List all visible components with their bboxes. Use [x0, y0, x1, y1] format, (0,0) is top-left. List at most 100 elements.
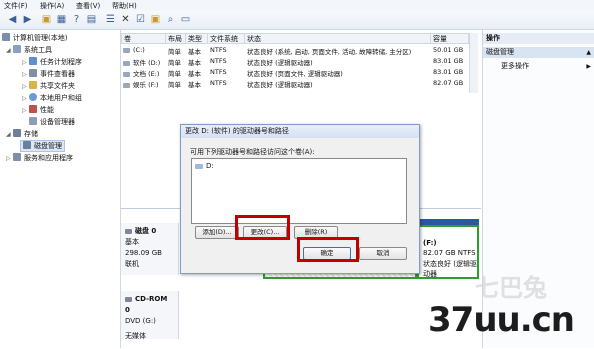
tree-event-viewer[interactable]: ▷ 事件查看器	[22, 69, 75, 79]
ok-button-highlight	[297, 237, 359, 262]
collapse-up-icon[interactable]: ▲	[586, 47, 591, 58]
disk-icon	[125, 229, 132, 234]
performance-icon	[29, 105, 37, 113]
shared-folder-icon	[29, 81, 37, 89]
menu-action[interactable]: 操作(A)	[40, 1, 64, 11]
delete-icon[interactable]: ✕	[119, 13, 132, 26]
disk-0-label[interactable]: 磁盘 0 基本 298.09 GB 联机	[121, 223, 179, 275]
capacity-cell: 83.01 GB	[433, 68, 464, 76]
column-header-layout[interactable]: 布局	[166, 33, 186, 44]
toolbar: ◀ ▶ ▣ ▦ ? ▤ ☰ ✕ ☑ ▣ ⌕ ▭	[0, 11, 594, 30]
cd-drive-icon	[125, 297, 132, 302]
status-cell: 状态良好 (页面文件, 逻辑驱动器)	[247, 70, 343, 78]
tree-performance[interactable]: ▷ 性能	[22, 105, 54, 115]
column-header-type[interactable]: 类型	[186, 33, 208, 44]
capacity-cell: 82.07 GB	[433, 79, 464, 87]
computer-icon	[2, 33, 10, 41]
tree-task-scheduler[interactable]: ▷ 任务计划程序	[22, 57, 82, 67]
expand-arrow-icon[interactable]: ▷	[22, 95, 29, 102]
properties-icon[interactable]: ▤	[85, 13, 98, 26]
arrow-right-icon: ▶	[586, 63, 591, 70]
type-cell: 基本	[188, 59, 201, 67]
menu-file[interactable]: 文件(F)	[4, 1, 28, 11]
expand-arrow-icon[interactable]: ▷	[22, 59, 29, 66]
volume-cell: (C:)	[123, 46, 145, 54]
layout-cell: 简单	[168, 59, 181, 67]
help-icon[interactable]: ?	[70, 13, 83, 26]
drive-icon	[195, 164, 203, 169]
drive-icon	[123, 48, 130, 53]
fs-cell: NTFS	[210, 79, 227, 87]
collapse-arrow-icon[interactable]: ◢	[6, 47, 13, 54]
expand-arrow-icon[interactable]: ▷	[22, 107, 29, 114]
partition-f[interactable]: (F:) 82.07 GB NTFS 状态良好 (逻辑驱动器	[417, 225, 479, 279]
tree-shared-folders[interactable]: ▷ 共享文件夹	[22, 81, 75, 91]
up-folder-icon[interactable]: ▣	[40, 13, 53, 26]
open-folder-icon[interactable]: ▣	[149, 13, 162, 26]
event-viewer-icon	[29, 69, 37, 77]
drive-path-list[interactable]: D:	[191, 158, 407, 224]
check-icon[interactable]: ☑	[134, 13, 147, 26]
services-icon	[13, 153, 21, 161]
expand-arrow-icon[interactable]: ▷	[22, 71, 29, 78]
tree-system-tools[interactable]: ◢ 系统工具	[6, 45, 52, 55]
drive-icon	[123, 61, 130, 66]
drive-icon	[123, 83, 130, 88]
watermark-site: 37uu.cn	[428, 300, 575, 340]
menu-help[interactable]: 帮助(H)	[112, 1, 137, 11]
list-icon[interactable]: ☰	[104, 13, 117, 26]
status-cell: 状态良好 (系统, 启动, 页面文件, 活动, 故障转储, 主分区)	[247, 48, 412, 56]
forward-icon[interactable]: ▶	[21, 13, 34, 26]
dialog-title: 更改 D: (软件) 的驱动器号和路径	[181, 125, 419, 138]
menu-view[interactable]: 查看(V)	[76, 1, 100, 11]
watermark-logo: 七巴兔	[475, 274, 547, 302]
navigation-tree: 计算机管理(本地) ◢ 系统工具 ▷ 任务计划程序 ▷ 事件查看器 ▷ 共享文件夹 ▷ 本…	[0, 30, 121, 348]
fs-cell: NTFS	[210, 46, 227, 54]
disk-icon[interactable]: ▭	[179, 13, 192, 26]
type-cell: 基本	[188, 81, 201, 89]
type-cell: 基本	[188, 48, 201, 56]
vertical-scrollbar[interactable]	[469, 33, 478, 93]
tree-disk-management[interactable]: 磁盘管理	[20, 140, 65, 152]
drive-icon	[123, 72, 130, 77]
list-item[interactable]: D:	[195, 162, 214, 170]
volume-cell: 文档 (E:)	[123, 68, 159, 78]
actions-header: 操作	[483, 33, 594, 44]
column-header-capacity[interactable]: 容量	[431, 33, 469, 44]
expand-arrow-icon[interactable]: ▷	[6, 155, 13, 162]
layout-cell: 简单	[168, 48, 181, 56]
tree-root[interactable]: 计算机管理(本地)	[2, 33, 67, 43]
device-manager-icon	[29, 117, 37, 125]
back-icon[interactable]: ◀	[6, 13, 19, 26]
tree-storage[interactable]: ◢ 存储	[6, 129, 38, 139]
status-cell: 状态良好 (逻辑驱动器)	[247, 59, 313, 67]
cdrom-0-label[interactable]: CD-ROM 0 DVD (G:) 无媒体	[121, 291, 179, 340]
collapse-arrow-icon[interactable]: ◢	[6, 131, 13, 138]
volume-cell: 软件 (D:)	[123, 57, 160, 67]
tools-icon	[13, 45, 21, 53]
fs-cell: NTFS	[210, 57, 227, 65]
tree-device-manager[interactable]: 设备管理器	[29, 117, 75, 127]
search-icon[interactable]: ⌕	[164, 13, 177, 26]
column-header-volume[interactable]: 卷	[121, 33, 166, 44]
actions-section-disk-management[interactable]: 磁盘管理 ▲	[483, 47, 594, 58]
cancel-button[interactable]: 取消	[359, 247, 407, 260]
volume-cell: 娱乐 (F:)	[123, 79, 159, 89]
change-button-highlight	[235, 215, 290, 240]
users-icon	[29, 93, 37, 101]
grid-icon[interactable]: ▦	[55, 13, 68, 26]
add-button[interactable]: 添加(D)...	[195, 226, 239, 239]
actions-more[interactable]: 更多操作 ▶	[483, 61, 594, 72]
status-cell: 状态良好 (逻辑驱动器)	[247, 81, 313, 89]
tree-local-users[interactable]: ▷ 本地用户和组	[22, 93, 82, 103]
column-header-filesystem[interactable]: 文件系统	[208, 33, 245, 44]
column-header-status[interactable]: 状态	[245, 33, 431, 44]
disk-management-icon	[23, 141, 31, 149]
capacity-cell: 83.01 GB	[433, 57, 464, 65]
tree-services-apps[interactable]: ▷ 服务和应用程序	[6, 153, 73, 163]
layout-cell: 简单	[168, 81, 181, 89]
layout-cell: 简单	[168, 70, 181, 78]
storage-icon	[13, 129, 21, 137]
expand-arrow-icon[interactable]: ▷	[22, 83, 29, 90]
capacity-cell: 50.01 GB	[433, 46, 464, 54]
